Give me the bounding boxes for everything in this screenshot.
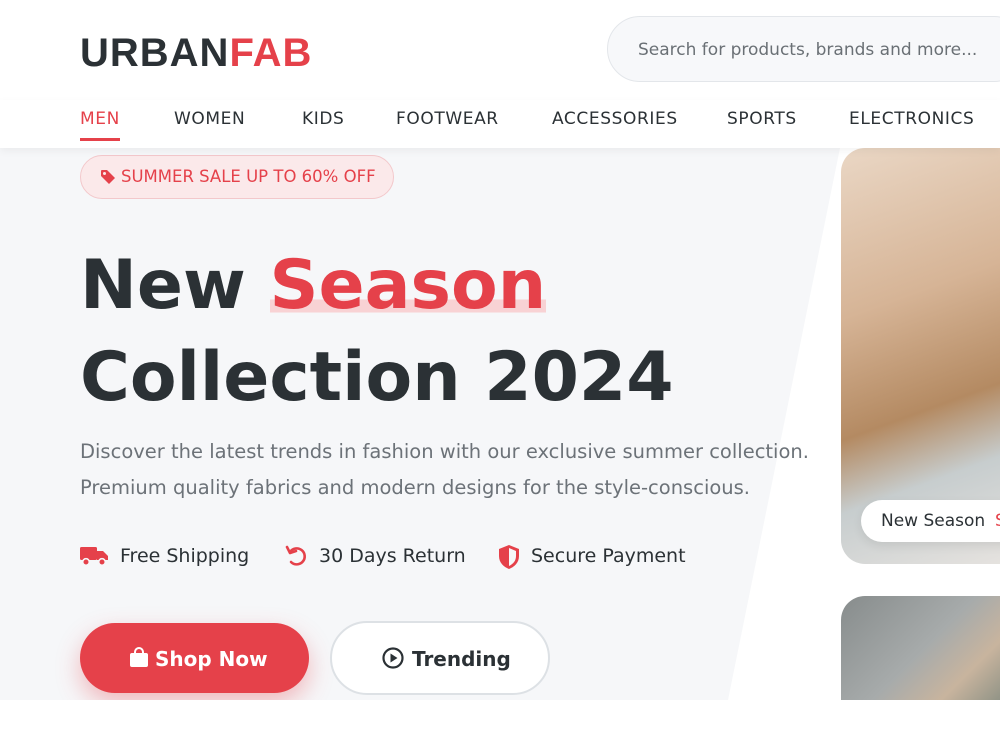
nav-item-label: ELECTRONICS <box>849 109 975 129</box>
nav-item-label: KIDS <box>302 109 345 129</box>
hero-title-word1: New <box>80 246 270 325</box>
play-circle-icon <box>382 647 404 669</box>
trending-label: Trending <box>412 647 511 671</box>
nav-item-footwear[interactable]: FOOTWEAR <box>396 106 499 146</box>
nav-item-label: SPORTS <box>727 109 797 129</box>
shield-icon <box>499 545 519 569</box>
nav-item-label: FOOTWEAR <box>396 109 499 129</box>
feature-label: Free Shipping <box>120 545 250 567</box>
hero-title: New Season Collection 2024 <box>80 240 674 424</box>
hero-description-line1: Discover the latest trends in fashion wi… <box>80 440 809 463</box>
feature-secure-payment: Secure Payment <box>497 542 687 572</box>
nav-item-label: ACCESSORIES <box>552 109 678 129</box>
new-season-tag-rest: S <box>995 511 1000 531</box>
nav-item-label: WOMEN <box>174 109 246 129</box>
trending-button[interactable]: Trending <box>330 621 550 695</box>
new-season-tag-label: New Season <box>881 511 986 531</box>
feature-free-shipping: Free Shipping <box>80 542 250 572</box>
new-season-tag: New Season S <box>861 500 1000 542</box>
return-icon <box>285 545 306 566</box>
nav-item-women[interactable]: WOMEN <box>174 106 245 146</box>
search-box <box>607 16 1000 83</box>
site-header: URBANFAB <box>0 0 1000 100</box>
feature-30-days-return: 30 Days Return <box>285 542 466 572</box>
tag-icon <box>101 170 115 184</box>
truck-icon <box>80 547 108 567</box>
hero-section: SUMMER SALE UP TO 60% OFF New Season Col… <box>0 148 1000 700</box>
brand-logo-part2: FAB <box>229 31 313 75</box>
nav-item-electronics[interactable]: ELECTRONICS <box>849 106 974 146</box>
page-bottom-area <box>0 700 1000 751</box>
active-underline <box>80 138 120 141</box>
shopping-bag-icon <box>130 647 148 667</box>
hero-description-line2: Premium quality fabrics and modern desig… <box>80 476 751 499</box>
nav-item-kids[interactable]: KIDS <box>302 106 344 146</box>
nav-item-accessories[interactable]: ACCESSORIES <box>552 106 678 146</box>
search-input[interactable] <box>636 17 1000 83</box>
sale-badge-text: SUMMER SALE UP TO 60% OFF <box>121 167 376 186</box>
hero-image-card[interactable]: New Season S <box>841 148 1000 564</box>
shop-now-label: Shop Now <box>155 647 268 671</box>
hero-title-highlight: Season <box>269 246 547 325</box>
nav-item-men[interactable]: MEN <box>80 106 120 146</box>
hero-title-line2: Collection 2024 <box>80 338 674 417</box>
shop-now-button[interactable]: Shop Now <box>80 623 309 693</box>
feature-label: 30 Days Return <box>319 545 466 567</box>
hero-description: Discover the latest trends in fashion wi… <box>80 434 820 506</box>
category-nav: MEN WOMEN KIDS FOOTWEAR ACCESSORIES SPOR… <box>0 100 1000 148</box>
nav-item-label: MEN <box>80 109 120 129</box>
feature-label: Secure Payment <box>531 545 686 567</box>
hero-image-card-secondary[interactable] <box>841 596 1000 700</box>
brand-logo-part1: URBAN <box>80 31 230 75</box>
nav-item-sports[interactable]: SPORTS <box>727 106 797 146</box>
sale-badge: SUMMER SALE UP TO 60% OFF <box>80 155 394 199</box>
brand-logo[interactable]: URBANFAB <box>80 30 312 76</box>
